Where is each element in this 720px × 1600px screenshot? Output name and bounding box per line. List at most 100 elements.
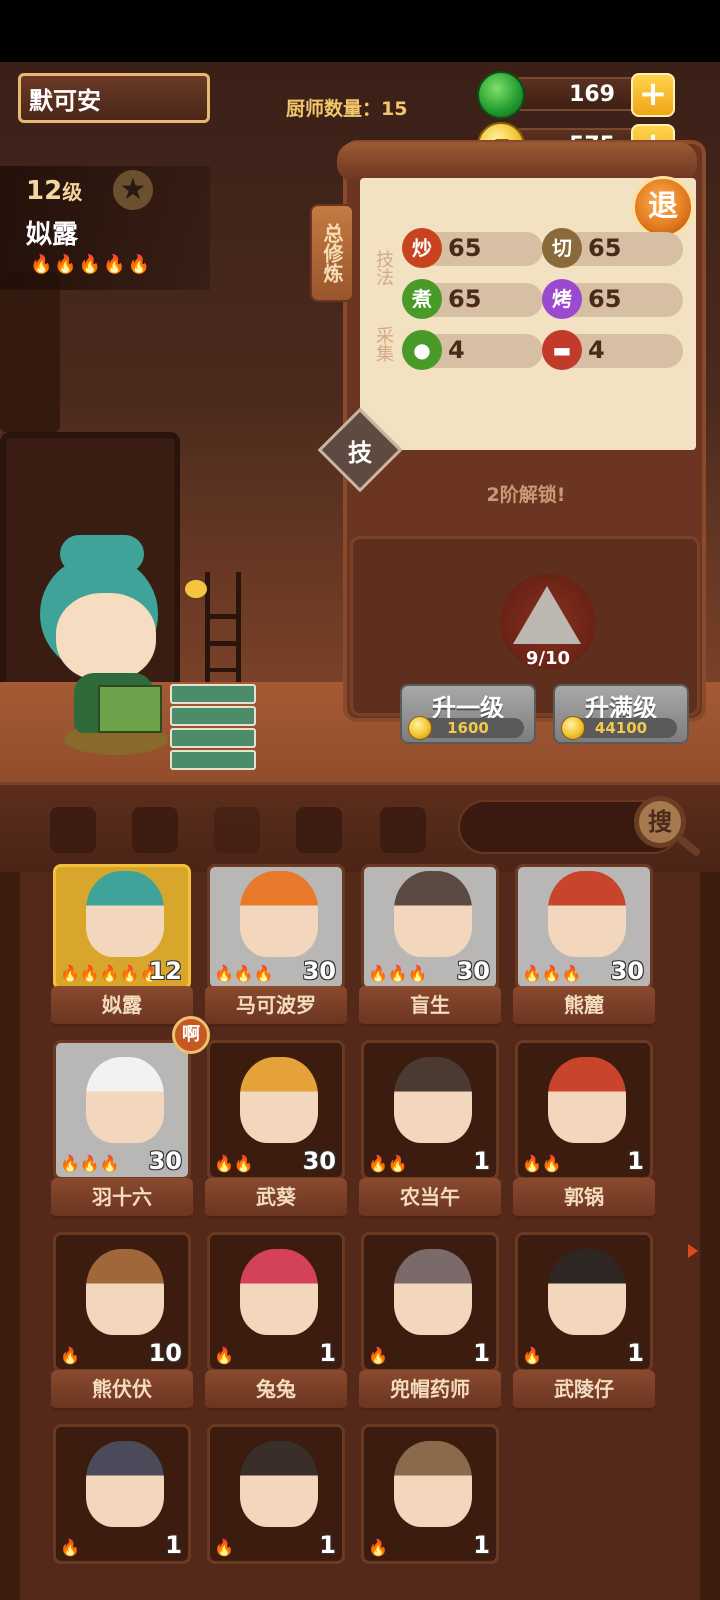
chef-card[interactable]: 🔥 1 (207, 1424, 345, 1564)
chef-portrait (548, 871, 626, 957)
stat-value: 65 (588, 285, 622, 313)
chef-name-label[interactable]: 武陵仔 (513, 1370, 655, 1411)
scroll-rod (337, 142, 697, 182)
chef-flames: 🔥🔥🔥🔥🔥 (60, 964, 160, 983)
book-stack (170, 684, 256, 770)
chef-level-number: 12 (26, 176, 63, 206)
stat-meat: ▬ 4 (542, 330, 683, 370)
chef-name-label[interactable]: 农当午 (359, 1178, 501, 1219)
chef-card[interactable]: 🔥🔥🔥 30 (53, 1040, 191, 1180)
chef-level: 1 (319, 1531, 336, 1559)
chef-card[interactable]: 🔥🔥🔥🔥🔥 12 (53, 864, 191, 990)
spatula-icon[interactable] (132, 807, 178, 853)
scroll-arrow-icon[interactable] (688, 1244, 698, 1258)
chef-name-label[interactable]: 熊伏伏 (51, 1370, 193, 1411)
chef-portrait (240, 871, 318, 957)
chef-flames: 🔥 (368, 1346, 388, 1365)
chef-card[interactable]: 🔥 1 (53, 1424, 191, 1564)
chef-name-label[interactable]: 兜帽药师 (359, 1370, 501, 1411)
chef-flames: 🔥 (522, 1346, 542, 1365)
chef-name: 姒露 (26, 220, 79, 250)
location-icon[interactable] (296, 807, 342, 853)
stat-value: 65 (448, 285, 482, 313)
stat-value: 65 (448, 234, 482, 262)
stat-value: 4 (588, 336, 605, 364)
jade-bar: 169 + (477, 71, 675, 119)
chef-name-label[interactable]: 羽十六 (51, 1178, 193, 1219)
chef-card[interactable]: 🔥🔥 30 (207, 1040, 345, 1180)
player-name-box[interactable]: 默可安 (18, 73, 210, 123)
skill-book-icon (513, 586, 581, 644)
star-icon[interactable]: ★ (113, 170, 153, 210)
chef-flames: 🔥🔥 (522, 1154, 562, 1173)
chef-card[interactable]: 🔥 1 (207, 1232, 345, 1372)
map-question-icon[interactable] (380, 807, 426, 853)
chef-card[interactable]: 🔥🔥🔥 30 (515, 864, 653, 990)
chef-name-label[interactable]: 马可波罗 (205, 986, 347, 1027)
chef-portrait (86, 871, 164, 957)
chef-portrait (548, 1057, 626, 1143)
chef-portrait (86, 1441, 164, 1527)
chef-card[interactable]: 🔥🔥🔥 30 (361, 864, 499, 990)
stat-roast: 烤 65 (542, 279, 683, 319)
chef-flames: 🔥 (60, 1346, 80, 1365)
chef-flames: 🔥🔥 (368, 1154, 408, 1173)
chef-level: 30 (302, 957, 336, 985)
chef-name-label[interactable]: 兔兔 (205, 1370, 347, 1411)
technique-section-label: 技法 (373, 250, 394, 286)
chef-card[interactable]: 🔥 1 (361, 1424, 499, 1564)
chef-level: 1 (627, 1339, 644, 1367)
chef-flames: 🔥🔥🔥 (214, 964, 274, 983)
stat-cut: 切 65 (542, 228, 683, 268)
upgrade-max-button[interactable]: 升满级 44100 (553, 684, 689, 744)
chef-level: 1 (473, 1147, 490, 1175)
chef-card[interactable]: 🔥🔥 1 (515, 1040, 653, 1180)
new-badge: 啊 (172, 1016, 210, 1054)
total-training-tag[interactable]: 总修炼 (310, 204, 354, 302)
chef-level: 1 (473, 1531, 490, 1559)
chef-card[interactable]: 🔥 1 (361, 1232, 499, 1372)
roast-icon: 烤 (542, 279, 582, 319)
coin-icon (408, 716, 432, 740)
stat-value: 4 (448, 336, 465, 364)
chef-name-label[interactable]: 熊麓 (513, 986, 655, 1027)
chef-card[interactable]: 🔥🔥🔥 30 (207, 864, 345, 990)
jar-icon[interactable] (214, 807, 260, 853)
chef-count: 厨师数量：15 (286, 94, 407, 121)
stir-fry-icon: 炒 (402, 228, 442, 268)
unlock-text: 2阶解锁! (486, 484, 566, 506)
meat-icon: ▬ (542, 330, 582, 370)
chef-name-label[interactable]: 姒露 (51, 986, 193, 1027)
chef-card[interactable]: 🔥🔥 1 (361, 1040, 499, 1180)
stat-value: 65 (588, 234, 622, 262)
chef-level: 12 (148, 957, 182, 985)
chef-flames: 🔥 (214, 1538, 234, 1557)
chef-flames: 🔥 (368, 1538, 388, 1557)
cabbage-icon: ● (402, 330, 442, 370)
chef-portrait (394, 1249, 472, 1335)
chef-name-label[interactable]: 盲生 (359, 986, 501, 1027)
chef-name-label[interactable]: 武葵 (205, 1178, 347, 1219)
jade-value: 169 (569, 82, 615, 107)
upgrade-one-button[interactable]: 升一级 1600 (400, 684, 536, 744)
chef-level: 1 (627, 1147, 644, 1175)
char-face (56, 593, 156, 681)
knife-icon[interactable] (50, 807, 96, 853)
chef-character[interactable] (40, 535, 170, 755)
chef-portrait (240, 1249, 318, 1335)
chef-portrait (548, 1249, 626, 1335)
chef-card[interactable]: 🔥 10 (53, 1232, 191, 1372)
chef-portrait (86, 1057, 164, 1143)
cut-icon: 切 (542, 228, 582, 268)
chef-card[interactable]: 🔥 1 (515, 1232, 653, 1372)
bee-icon (185, 580, 207, 598)
gather-section-label: 采集 (373, 326, 394, 362)
chef-level-suffix: 级 (62, 180, 83, 204)
exit-button[interactable]: 退 (632, 176, 694, 238)
chef-level: 1 (319, 1339, 336, 1367)
chef-flames: 🔥🔥 (214, 1154, 254, 1173)
add-jade-button[interactable]: + (631, 73, 675, 117)
chef-level: 1 (473, 1339, 490, 1367)
book-progress: 9/10 (525, 648, 571, 669)
chef-name-label[interactable]: 郭锅 (513, 1178, 655, 1219)
